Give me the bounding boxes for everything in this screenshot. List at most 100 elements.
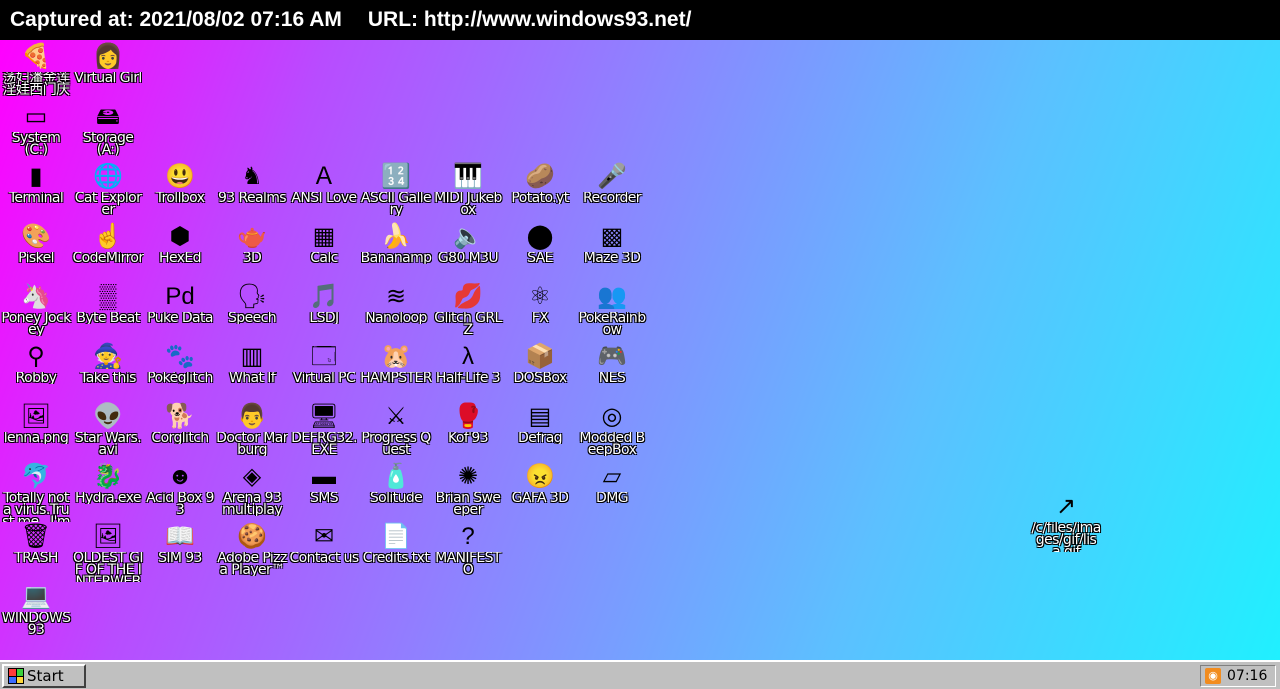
computer-icon: 💻 bbox=[21, 583, 51, 610]
desktop-icon-label: G80.M3U bbox=[437, 252, 499, 264]
desktop-icon-gif-file[interactable]: 🖼OLDEST GIF OF THE INTERWEBZ.gif bbox=[72, 522, 144, 582]
desktop-icon-dragon[interactable]: 🐉 Hydra.exe bbox=[72, 462, 144, 522]
desktop-icon-audio-file[interactable]: 🔈 G80.M3U bbox=[432, 222, 504, 282]
desktop-icon-label: Storage (A:) bbox=[82, 132, 134, 156]
desktop-icon-palette[interactable]: 🎨 Piskel bbox=[0, 222, 72, 282]
desktop-icon-hand-cursor[interactable]: ☝ CodeMirror bbox=[72, 222, 144, 282]
desktop-icon-cube[interactable]: ⬢ HexEd bbox=[144, 222, 216, 282]
desktop-icon-crossed-swords[interactable]: ⚔ Progress Quest bbox=[360, 402, 432, 462]
desktop-icon-wave[interactable]: ▒ Byte Beat bbox=[72, 282, 144, 342]
desktop-icon-microphone[interactable]: 🎤 Recorder bbox=[576, 162, 648, 222]
desktop-icon-label: Defrag bbox=[518, 432, 563, 444]
desktop-icon-pizza[interactable]: 🍕 荡妇潘金莲淫娃西门庆 bbox=[0, 42, 72, 102]
desktop-icon-label: Recorder bbox=[583, 192, 642, 204]
desktop-icon-dosbox[interactable]: 📦 DOSBox bbox=[504, 342, 576, 402]
desktop-icon-iso-cube[interactable]: ◈ Arena 93 multiplay bbox=[216, 462, 288, 522]
cat-globe-icon: 🌐 bbox=[93, 163, 123, 190]
desktop-icon-sega-console[interactable]: ▬ SMS bbox=[288, 462, 360, 522]
desktop-icon-gameboy-music[interactable]: 🎵 LSDJ bbox=[288, 282, 360, 342]
desktop-icon-window[interactable]: 🗔 Virtual PC bbox=[288, 342, 360, 402]
desktop-icon-pokemon-trainers[interactable]: 👥 PokeRainbow bbox=[576, 282, 648, 342]
desktop-icon-label: lenna.png bbox=[3, 432, 69, 444]
desktop-icon-bottle[interactable]: 🧴 Solitude bbox=[360, 462, 432, 522]
desktop-icon-smiley[interactable]: ☻ Acid Box 93 bbox=[144, 462, 216, 522]
desktop-icon-label: SIM 93 bbox=[158, 552, 202, 564]
desktop-icon-drive[interactable]: ▭ System (C:) bbox=[0, 102, 72, 162]
desktop-icon-pd[interactable]: Pd Puke Data bbox=[144, 282, 216, 342]
desktop-icon-label: Nanoloop bbox=[365, 312, 427, 324]
stick-figure-icon: ⚲ bbox=[27, 343, 45, 370]
desktop-icon-maze[interactable]: ▩ Maze 3D bbox=[576, 222, 648, 282]
desktop-icon-doom-face[interactable]: 😠 GAFA 3D bbox=[504, 462, 576, 522]
desktop-icon-label: Glitch GRLZ bbox=[434, 312, 502, 336]
start-button[interactable]: Start bbox=[2, 664, 86, 688]
desktop-icon-monitor-face[interactable]: 🖥 DEFRG32.EXE bbox=[288, 402, 360, 462]
book-icon: 📖 bbox=[165, 523, 195, 550]
desktop-icon-chart[interactable]: ▥ What If bbox=[216, 342, 288, 402]
desktop-icon-image-file[interactable]: 🖼 lenna.png bbox=[0, 402, 72, 462]
desktop-icon-atom[interactable]: ⚛ FX bbox=[504, 282, 576, 342]
desktop-icon-dolphin[interactable]: 🐬Totally not a virus.Trust me...I'm a do… bbox=[0, 462, 72, 522]
desktop-icon-shortcut-file[interactable]: ↗/c/files/images/gif/lisa.gif bbox=[1030, 492, 1102, 552]
desktop-icon-stick-figure[interactable]: ⚲ Robby bbox=[0, 342, 72, 402]
desktop-icon-calculator[interactable]: ▦ Calc bbox=[288, 222, 360, 282]
desktop-icon-amiga-ball[interactable]: ⬤ SAE bbox=[504, 222, 576, 282]
desktop-icon-label: Corglitch bbox=[151, 432, 209, 444]
desktop-icon-cat-globe[interactable]: 🌐 Cat Explorer bbox=[72, 162, 144, 222]
desktop[interactable]: 🍕 荡妇潘金莲淫娃西门庆 👩 Virtual Girl ▭ System (C:) 🖴 Sto… bbox=[0, 40, 1280, 660]
desktop-icon-teapot[interactable]: 🫖 3D bbox=[216, 222, 288, 282]
desktop-icon-letter-a[interactable]: Ａ ANSI Love bbox=[288, 162, 360, 222]
chart-icon: ▥ bbox=[240, 343, 264, 370]
desktop-icon-question-mark[interactable]: ? MANIFESTO bbox=[432, 522, 504, 582]
desktop-icon-contact[interactable]: ✉ Contact us bbox=[288, 522, 360, 582]
desktop-icon-nes-console[interactable]: 🎮 NES bbox=[576, 342, 648, 402]
fighter-icon: 🥊 bbox=[453, 403, 483, 430]
desktop-icon-book[interactable]: 📖 SIM 93 bbox=[144, 522, 216, 582]
desktop-icon-label: TRASH bbox=[14, 552, 58, 564]
desktop-icon-mine[interactable]: ✺ Brian Sweeper bbox=[432, 462, 504, 522]
desktop-icon-potato[interactable]: 🥔 Potato.yt bbox=[504, 162, 576, 222]
desktop-icon-defrag[interactable]: ▤ Defrag bbox=[504, 402, 576, 462]
defrag-icon: ▤ bbox=[528, 403, 552, 430]
iso-cube-icon: ◈ bbox=[242, 463, 262, 490]
desktop-icon-girl-face[interactable]: 👩 Virtual Girl bbox=[72, 42, 144, 102]
desktop-icon-label: Bananamp bbox=[360, 252, 432, 264]
floppy-drive-icon: 🖴 bbox=[95, 103, 121, 130]
shortcut-file-icon: ↗ bbox=[1055, 493, 1077, 520]
desktop-icon-banana[interactable]: 🍌 Bananamp bbox=[360, 222, 432, 282]
desktop-icon-pokeglitch[interactable]: 🐾 Pokéglitch bbox=[144, 342, 216, 402]
chat-smiley-icon: 😃 bbox=[165, 163, 195, 190]
desktop-icon-hamster[interactable]: 🐹 HAMPSTER bbox=[360, 342, 432, 402]
desktop-icon-label: Modded BeepBox bbox=[579, 432, 645, 456]
desktop-icon-lips[interactable]: 💋 Glitch GRLZ bbox=[432, 282, 504, 342]
desktop-icon-terminal[interactable]: ▮ Terminal bbox=[0, 162, 72, 222]
desktop-icon-piano-keys[interactable]: 🎹 MIDI Jukebox bbox=[432, 162, 504, 222]
desktop-icon-label: OLDEST GIF OF THE INTERWEBZ.gif bbox=[73, 552, 144, 582]
desktop-icon-lambda[interactable]: λ Half-Life 3 bbox=[432, 342, 504, 402]
desktop-icon-yoda[interactable]: 👽 Star Wars.avi bbox=[72, 402, 144, 462]
doom-face-icon: 😠 bbox=[525, 463, 555, 490]
desktop-icon-pony[interactable]: 🦄 Poney Jockey bbox=[0, 282, 72, 342]
desktop-icon-corgi[interactable]: 🐕 Corglitch bbox=[144, 402, 216, 462]
desktop-icon-ascii-123[interactable]: 🔢 ASCII Gallery bbox=[360, 162, 432, 222]
desktop-icon-doctor[interactable]: 👨 Doctor Marburg bbox=[216, 402, 288, 462]
desktop-icon-face-speech[interactable]: 🗣 Speech bbox=[216, 282, 288, 342]
desktop-icon-beepbox[interactable]: ◎ Modded BeepBox bbox=[576, 402, 648, 462]
desktop-icon-computer[interactable]: 💻 WINDOWS 93 bbox=[0, 582, 72, 642]
desktop-icon-recycle-bin[interactable]: 🗑 TRASH bbox=[0, 522, 72, 582]
rss-icon[interactable]: ◉ bbox=[1205, 668, 1221, 684]
desktop-icon-text-file[interactable]: 📄 Credits.txt bbox=[360, 522, 432, 582]
desktop-icon-chat-smiley[interactable]: 😃 Trollbox bbox=[144, 162, 216, 222]
mine-icon: ✺ bbox=[457, 463, 479, 490]
desktop-icon-label: Byte Beat bbox=[76, 312, 140, 324]
desktop-icon-gameboy-cartridge[interactable]: ▱ DMG bbox=[576, 462, 648, 522]
window-icon: 🗔 bbox=[310, 343, 338, 370]
pokeglitch-icon: 🐾 bbox=[165, 343, 195, 370]
desktop-icon-pizza-player[interactable]: 🍪 Adobe Pizza Player™ bbox=[216, 522, 288, 582]
desktop-icon-knight[interactable]: ♞ 93 Realms bbox=[216, 162, 288, 222]
desktop-icon-loop[interactable]: ≋ Nanoloop bbox=[360, 282, 432, 342]
desktop-icon-floppy-drive[interactable]: 🖴 Storage (A:) bbox=[72, 102, 144, 162]
desktop-icon-fighter[interactable]: 🥊 Kof'93 bbox=[432, 402, 504, 462]
desktop-icon-label: Half-Life 3 bbox=[435, 372, 501, 384]
desktop-icon-old-man[interactable]: 🧙 Take this bbox=[72, 342, 144, 402]
